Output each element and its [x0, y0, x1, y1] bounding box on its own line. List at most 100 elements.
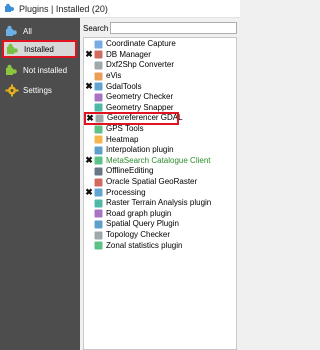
sidebar: All Installed Not installed Settings — [0, 18, 80, 350]
disabled-mark[interactable] — [84, 145, 94, 155]
plugin-label: GdalTools — [106, 81, 142, 91]
plugin-panel: Search Coordinate Capture ✖ DB Manager Dxf2… — [80, 18, 240, 350]
plugin-label: Georeferencer GDAL — [107, 113, 183, 123]
plugin-row[interactable]: Coordinate Capture — [84, 39, 236, 50]
disabled-mark[interactable] — [84, 219, 94, 229]
plugin-row[interactable]: ✖ MetaSearch Catalogue Client — [84, 155, 236, 167]
plugin-row[interactable]: OfflineEditing — [84, 166, 236, 177]
sidebar-item-label: Installed — [24, 44, 54, 54]
plugin-label: Spatial Query Plugin — [106, 219, 179, 229]
disabled-mark[interactable] — [84, 124, 94, 134]
disabled-mark[interactable] — [84, 166, 94, 176]
installed-puzzle-icon — [7, 43, 18, 54]
zonal-stats-icon — [94, 241, 103, 250]
disabled-mark[interactable] — [84, 103, 94, 113]
plugin-label: Dxf2Shp Converter — [106, 60, 175, 70]
plugin-label: Processing — [106, 187, 146, 197]
disabled-mark[interactable] — [84, 92, 94, 102]
disabled-mark[interactable] — [84, 230, 94, 240]
plugin-row[interactable]: Heatmap — [84, 134, 236, 145]
plugin-row[interactable]: Road graph plugin — [84, 209, 236, 220]
evis-icon — [94, 72, 103, 81]
spatial-query-icon — [94, 220, 103, 229]
search-input[interactable] — [110, 22, 237, 34]
plugin-label: Topology Checker — [106, 230, 171, 240]
search-label: Search — [83, 24, 109, 33]
sidebar-item-label: All — [23, 26, 32, 36]
plugin-label: Heatmap — [106, 134, 139, 144]
title-bar: Plugins | Installed (20) — [0, 0, 240, 18]
dxf-icon — [94, 61, 103, 70]
plugin-label: Road graph plugin — [106, 208, 172, 218]
geometry-snapper-icon — [94, 103, 103, 112]
georeferencer-icon — [95, 114, 104, 123]
plugin-row[interactable]: Spatial Query Plugin — [84, 219, 236, 230]
plugin-row[interactable]: ✖ Georeferencer GDAL — [84, 112, 183, 125]
gdal-icon — [94, 82, 103, 91]
plugin-row[interactable]: Topology Checker — [84, 230, 236, 241]
coordinate-icon — [94, 40, 103, 49]
enabled-x-icon[interactable]: ✖ — [84, 187, 94, 198]
disabled-mark[interactable] — [84, 241, 94, 251]
plugin-list[interactable]: Coordinate Capture ✖ DB Manager Dxf2Shp Con… — [83, 37, 237, 350]
disabled-mark[interactable] — [84, 177, 94, 187]
sidebar-item-label: Settings — [23, 85, 52, 95]
gear-icon — [5, 84, 19, 96]
disabled-mark[interactable] — [84, 209, 94, 219]
plugin-label: eVis — [106, 71, 122, 81]
plugin-row[interactable]: Geometry Snapper — [84, 103, 236, 114]
plugin-row[interactable]: Interpolation plugin — [84, 145, 236, 156]
topology-icon — [94, 231, 103, 240]
disabled-mark[interactable] — [84, 198, 94, 208]
plugin-puzzle-icon — [5, 3, 14, 12]
not-installed-puzzle-icon — [6, 64, 17, 75]
plugin-row[interactable]: Geometry Checker — [84, 92, 236, 103]
plugin-label: Zonal statistics plugin — [106, 240, 183, 250]
plugin-label: Coordinate Capture — [106, 39, 176, 49]
disabled-mark[interactable] — [84, 135, 94, 145]
plugin-row[interactable]: ✖ GdalTools — [84, 81, 236, 92]
plugin-row[interactable]: ✖ Processing — [84, 187, 236, 198]
database-icon — [94, 50, 103, 59]
plugin-label: Raster Terrain Analysis plugin — [106, 198, 212, 208]
geometry-checker-icon — [94, 93, 103, 102]
sidebar-item-installed[interactable]: Installed — [2, 40, 77, 58]
plugin-row[interactable]: Dxf2Shp Converter — [84, 60, 236, 71]
plugin-label: Oracle Spatial GeoRaster — [106, 177, 198, 187]
interpolation-icon — [94, 146, 103, 155]
plugin-row[interactable]: GPS Tools — [84, 124, 236, 135]
disabled-mark[interactable] — [84, 71, 94, 81]
plugin-label: OfflineEditing — [106, 166, 154, 176]
plugin-row[interactable]: Zonal statistics plugin — [84, 240, 236, 251]
plugin-label: GPS Tools — [106, 124, 144, 134]
gps-icon — [94, 125, 103, 134]
sidebar-item-settings[interactable]: Settings — [3, 81, 77, 99]
terrain-icon — [94, 199, 103, 208]
sidebar-item-all[interactable]: All — [3, 22, 77, 40]
plugin-row[interactable]: Raster Terrain Analysis plugin — [84, 198, 236, 209]
plugin-row[interactable]: ✖ DB Manager — [84, 49, 236, 61]
metasearch-icon — [94, 156, 103, 165]
enabled-x-icon[interactable]: ✖ — [84, 81, 94, 92]
plugin-label: Interpolation plugin — [106, 145, 174, 155]
processing-icon — [94, 188, 103, 197]
road-graph-icon — [94, 209, 103, 218]
enabled-x-icon[interactable]: ✖ — [84, 155, 94, 166]
heatmap-icon — [94, 135, 103, 144]
disabled-mark[interactable] — [84, 39, 94, 49]
plugin-label: MetaSearch Catalogue Client — [106, 155, 211, 165]
offline-editing-icon — [94, 167, 103, 176]
plugin-label: DB Manager — [106, 49, 151, 59]
plugin-label: Geometry Checker — [106, 92, 174, 102]
plugin-row[interactable]: eVis — [84, 71, 236, 82]
enabled-x-icon[interactable]: ✖ — [84, 49, 94, 60]
oracle-icon — [94, 178, 103, 187]
plugin-label: Geometry Snapper — [106, 102, 174, 112]
sidebar-item-label: Not installed — [23, 65, 68, 75]
window-title: Plugins | Installed (20) — [19, 3, 108, 14]
sidebar-item-not-installed[interactable]: Not installed — [3, 61, 77, 79]
enabled-x-icon[interactable]: ✖ — [85, 113, 95, 123]
disabled-mark[interactable] — [84, 60, 94, 70]
puzzle-icon — [6, 25, 17, 36]
plugin-row[interactable]: Oracle Spatial GeoRaster — [84, 177, 236, 188]
